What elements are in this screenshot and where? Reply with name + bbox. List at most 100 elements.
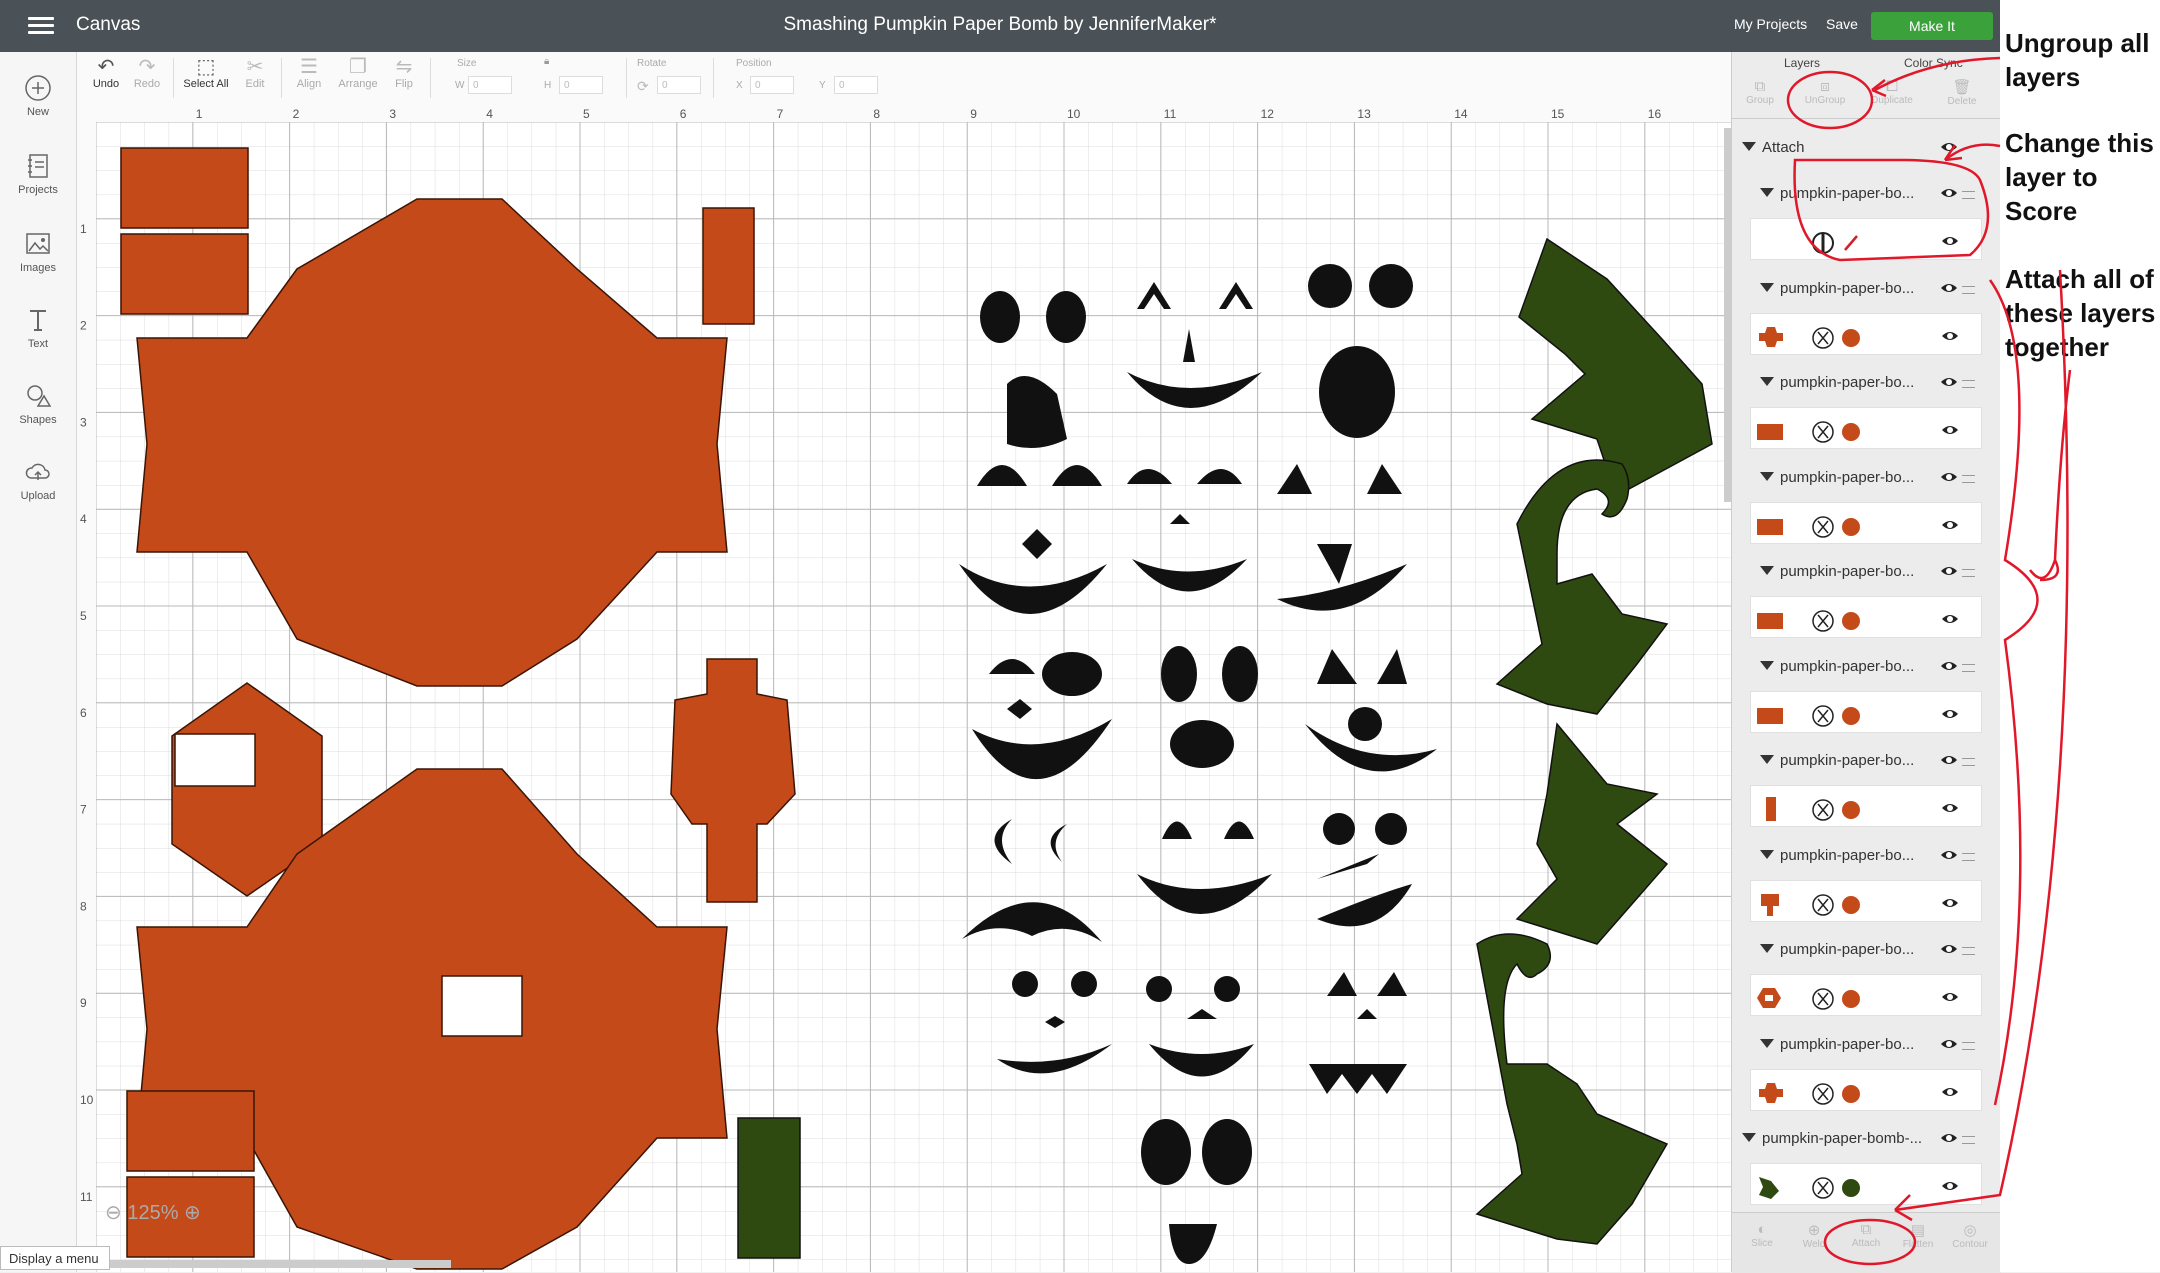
layer-row[interactable]: pumpkin-paper-bo... [1732,1021,2001,1067]
cut-operation-icon[interactable] [1809,795,1869,825]
redo-button[interactable]: ↷ Redo [130,56,164,90]
layer-detail-row[interactable] [1750,312,1982,355]
layer-detail-row[interactable] [1750,501,1982,544]
cut-operation-icon[interactable] [1809,512,1869,542]
layer-row[interactable]: pumpkin-paper-bomb-... [1732,1115,2001,1161]
drag-handle-icon[interactable] [1962,191,1975,199]
cut-operation-icon[interactable] [1809,890,1869,920]
expand-triangle-icon[interactable] [1760,377,1774,386]
projects-button[interactable]: Projects [0,152,76,196]
tab-color-sync[interactable]: Color Sync [1904,56,1963,70]
layer-row[interactable]: pumpkin-paper-bo... [1732,643,2001,689]
make-it-button[interactable]: Make It [1871,12,1993,40]
drag-handle-icon[interactable] [1962,852,1975,861]
cut-operation-icon[interactable] [1809,417,1869,447]
delete-button[interactable]: 🗑︎ Delete [1938,78,1986,107]
images-button[interactable]: Images [0,230,76,274]
expand-triangle-icon[interactable] [1742,1133,1756,1142]
eye-icon[interactable] [1940,515,1960,535]
eye-icon[interactable] [1939,183,1959,203]
orange-tab-piece[interactable] [702,207,755,325]
attach-button[interactable]: ⧉ Attach [1842,1221,1890,1249]
drag-handle-icon[interactable] [1962,474,1975,483]
align-button[interactable]: ☰ Align [289,56,329,90]
drag-handle-icon[interactable] [1962,569,1975,577]
layer-detail-row[interactable] [1750,1163,1982,1205]
layer-row[interactable]: pumpkin-paper-bo... [1732,926,2001,972]
eye-icon[interactable] [1939,467,1959,487]
layer-detail-row[interactable] [1750,596,1982,638]
drag-handle-icon[interactable] [1962,285,1975,294]
layer-detail-row[interactable] [1750,1068,1982,1111]
eye-icon[interactable] [1940,231,1960,251]
layer-detail-row[interactable] [1750,407,1982,449]
design-canvas[interactable]: 1 2 3 4 5 6 7 8 9 10 11 12 13 14 15 16 1 2 3 4 5 6 7 8 9 10 11 [77,104,1731,1272]
expand-triangle-icon[interactable] [1760,944,1774,953]
zoom-control[interactable]: ⊖ 125% ⊕ [105,1200,235,1240]
drag-handle-icon[interactable] [1962,663,1975,672]
layer-detail-row[interactable] [1750,879,1982,922]
cut-operation-icon[interactable] [1809,323,1869,353]
contour-button[interactable]: ◎ Contour [1946,1221,1994,1250]
my-projects-link[interactable]: My Projects [1734,16,1807,32]
orange-rect-piece[interactable] [120,233,249,315]
eye-icon[interactable] [1940,987,1960,1007]
layer-detail-row[interactable] [1750,218,1982,260]
eye-icon[interactable] [1940,798,1960,818]
height-field[interactable]: 0 [559,76,603,94]
eye-icon[interactable] [1939,372,1959,392]
layer-row[interactable]: pumpkin-paper-bo... [1732,170,2001,216]
cut-operation-icon[interactable] [1809,1173,1869,1203]
layer-row[interactable]: pumpkin-paper-bo... [1732,359,2001,405]
layer-row[interactable]: pumpkin-paper-bo... [1732,548,2001,594]
eye-icon[interactable] [1940,1082,1960,1102]
drag-handle-icon[interactable] [1962,758,1975,766]
text-button[interactable]: Text [0,306,76,350]
layer-detail-row[interactable] [1750,785,1982,827]
expand-triangle-icon[interactable] [1760,282,1774,292]
cut-operation-icon[interactable] [1809,701,1869,731]
group-row-attach[interactable]: Attach [1732,124,2001,170]
eye-icon[interactable] [1939,1034,1959,1054]
layer-row[interactable]: pumpkin-paper-bo... [1732,737,2001,783]
vertical-scrollbar[interactable] [1724,128,1731,502]
eye-icon[interactable] [1939,939,1959,959]
eye-icon[interactable] [1940,420,1960,440]
group-button[interactable]: ⧉ Group [1736,78,1784,106]
lock-icon[interactable]: 🔒︎ [544,56,549,67]
cut-operation-icon[interactable] [1809,1079,1869,1109]
orange-rect-piece[interactable] [120,147,249,229]
arrange-button[interactable]: ❐ Arrange [333,56,383,90]
eye-icon[interactable] [1940,704,1960,724]
drag-handle-icon[interactable] [1962,947,1975,955]
width-field[interactable]: 0 [468,76,512,94]
eye-icon[interactable] [1939,561,1959,581]
expand-triangle-icon[interactable] [1760,188,1774,197]
tab-layers[interactable]: Layers [1784,56,1820,70]
duplicate-button[interactable]: ⧠ Duplicate [1868,78,1916,106]
menu-icon[interactable] [28,17,54,35]
y-field[interactable]: 0 [834,76,878,94]
save-button[interactable]: Save [1826,16,1858,32]
expand-triangle-icon[interactable] [1760,471,1774,481]
undo-button[interactable]: ↶ Undo [89,56,123,90]
zoom-in-icon[interactable]: ⊕ [184,1202,201,1224]
expand-triangle-icon[interactable] [1760,660,1774,670]
expand-triangle-icon[interactable] [1760,566,1774,575]
new-button[interactable]: New [0,74,76,118]
green-rect-piece[interactable] [737,1117,801,1259]
flatten-button[interactable]: ▤ Flatten [1894,1221,1942,1250]
drag-handle-icon[interactable] [1962,380,1975,388]
drag-handle-icon[interactable] [1962,1136,1975,1144]
layer-row[interactable]: pumpkin-paper-bo... [1732,832,2001,878]
eye-icon[interactable] [1939,750,1959,770]
weld-button[interactable]: ⊕ Weld [1790,1221,1838,1250]
expand-triangle-icon[interactable] [1742,142,1756,151]
slice-button[interactable]: ◐ Slice [1738,1221,1786,1249]
zoom-out-icon[interactable]: ⊖ [105,1202,122,1224]
horizontal-scrollbar[interactable] [99,1260,451,1268]
eye-icon[interactable] [1939,656,1959,676]
eye-icon[interactable] [1939,278,1959,298]
eye-icon[interactable] [1940,326,1960,346]
cut-operation-icon[interactable] [1809,984,1869,1014]
